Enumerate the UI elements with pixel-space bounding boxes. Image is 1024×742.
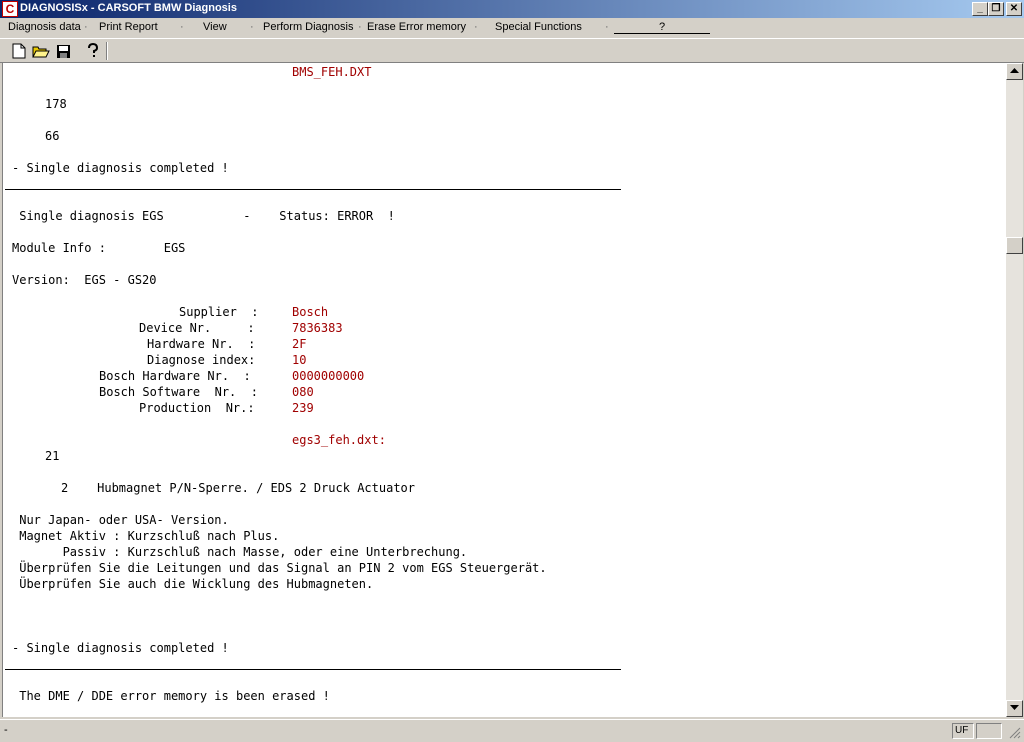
menu-separator: · [84,21,88,33]
toolbar-separator [106,42,108,60]
diagnosis-output[interactable]: BMS_FEH.DXT 178 66 - Single diagnosis co… [2,63,1006,717]
output-line: Version: EGS - GS20 [12,273,157,287]
title-bar: C DIAGNOSISx - CARSOFT BMW Diagnosis _ ❐… [0,0,1024,18]
output-line: Module Info : EGS [12,241,186,255]
resize-grip-icon[interactable] [1008,726,1021,739]
output-line: Magnet Aktiv : Kurzschluß nach Plus. [12,529,280,543]
output-line: Passiv : Kurzschluß nach Masse, oder ein… [12,545,468,559]
production-nr-label: Production Nr.: [139,401,255,415]
menu-print-report[interactable]: Print Report [99,21,158,33]
divider [5,669,621,670]
new-file-icon [12,43,26,59]
output-line: 66 [45,129,60,143]
output-line: Nur Japan- oder USA- Version. [12,513,229,527]
diagnose-index-label: Diagnose index: [147,353,256,367]
device-nr-label: Device Nr. : [139,321,255,335]
hardware-nr-value: 2F [292,337,307,351]
bosch-hardware-label: Bosch Hardware Nr. : [99,369,251,383]
menu-view[interactable]: View [203,21,227,33]
output-line: egs3_feh.dxt: [292,433,386,447]
help-question-icon [88,43,99,57]
menu-erase-error-memory[interactable]: Erase Error memory [367,21,466,33]
diagnose-index-value: 10 [292,353,307,367]
menu-separator: · [605,21,609,33]
bosch-software-label: Bosch Software Nr. : [99,385,258,399]
menu-separator: · [474,21,478,33]
menu-separator: · [180,21,184,33]
menu-perform-diagnosis[interactable]: Perform Diagnosis [263,21,353,33]
app-icon[interactable]: C [2,1,18,17]
output-line: Überprüfen Sie auch die Wicklung des Hub… [12,577,374,591]
scroll-up-button[interactable] [1006,63,1023,80]
output-line: Single diagnosis EGS - Status: ERROR ! [12,209,395,223]
output-line: Überprüfen Sie die Leitungen und das Sig… [12,561,547,575]
floppy-disk-icon [56,44,70,58]
scroll-down-button[interactable] [1006,700,1023,717]
production-nr-value: 239 [292,401,314,415]
menu-special-functions[interactable]: Special Functions [495,21,582,33]
close-button[interactable]: ✕ [1006,2,1022,16]
output-line: 178 [45,97,67,111]
bosch-hardware-value: 0000000000 [292,369,365,383]
device-nr-value: 7836383 [292,321,343,335]
status-indicator-empty [976,723,1002,739]
open-folder-button[interactable] [30,41,52,61]
help-button[interactable] [82,41,104,61]
menu-bar: Diagnosis data · Print Report · View · P… [0,18,1024,38]
error-code-line: 2 Hubmagnet P/N-Sperre. / EDS 2 Druck Ac… [61,481,416,495]
output-line: - Single diagnosis completed ! [12,641,229,655]
bosch-software-value: 080 [292,385,314,399]
supplier-label: Supplier : [179,305,259,319]
open-folder-icon [32,46,50,58]
output-line: - Single diagnosis completed ! [12,161,229,175]
divider [5,189,621,190]
output-line: BMS_FEH.DXT [292,65,372,79]
status-text: - [4,724,8,736]
menu-diagnosis-data[interactable]: Diagnosis data [8,21,81,33]
restore-button[interactable]: ❐ [988,2,1004,16]
output-line: The DME / DDE error memory is been erase… [12,689,330,703]
vertical-scrollbar[interactable] [1006,63,1023,717]
supplier-value: Bosch [292,305,329,319]
new-file-button[interactable] [8,41,30,61]
menu-separator: · [358,21,362,33]
status-indicator-uf: UF [952,723,974,739]
scroll-thumb[interactable] [1006,237,1023,254]
toolbar [0,38,1024,63]
arrow-up-icon [1010,68,1019,73]
hardware-nr-label: Hardware Nr. : [147,337,256,351]
window-title: DIAGNOSISx - CARSOFT BMW Diagnosis [20,2,237,14]
menu-separator: · [250,21,254,33]
arrow-down-icon [1010,705,1019,710]
save-button[interactable] [52,41,74,61]
menu-help[interactable]: ? [614,21,710,34]
minimize-button[interactable]: _ [972,2,988,16]
status-bar: - UF [0,719,1024,742]
output-line: 21 [45,449,60,463]
